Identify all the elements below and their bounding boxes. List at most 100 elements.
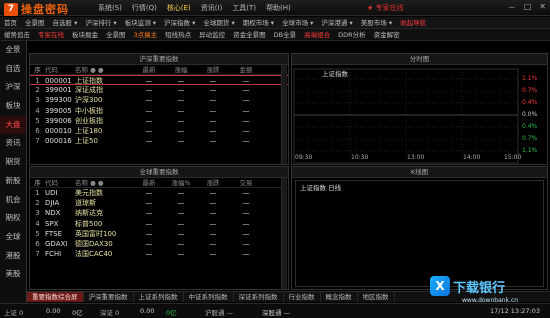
minute-chart-panel: 分时图 上证指数 1.1% 0.7% 0.4% 0.0% 0.4% 0.7% 1.1% 09…: [291, 53, 548, 165]
sidebar-item-options[interactable]: 期权: [0, 209, 26, 228]
close-icon[interactable]: ✕: [539, 2, 546, 13]
tab-region[interactable]: 地区指数: [358, 292, 395, 302]
sidebar-item-panorama[interactable]: 全景: [0, 41, 26, 60]
nav-hs-rank[interactable]: 沪深排行 ▾: [81, 17, 120, 28]
col-change[interactable]: 涨幅: [165, 65, 197, 74]
col-price[interactable]: 最新: [133, 65, 165, 74]
table-row[interactable]: 3 NDX 纳斯达克 — — — —: [30, 208, 288, 218]
table-row[interactable]: 4 SPX 标普500 — — — —: [30, 219, 288, 229]
sidebar-item-global[interactable]: 全球: [0, 228, 26, 247]
tab-hs-index[interactable]: 沪深重要指数: [84, 292, 134, 302]
col-name[interactable]: 名称 ● ●: [75, 65, 133, 74]
menu-tools[interactable]: 工具(T): [232, 3, 256, 13]
table-row[interactable]: 1 UDI 美元指数 — — — —: [30, 188, 288, 198]
subnav-item[interactable]: 资金全景图: [229, 29, 270, 40]
nav-global-market[interactable]: 全球市场 ▾: [278, 17, 317, 28]
table-row[interactable]: 4 399005 中小板指 — — — —: [30, 106, 288, 116]
nav-global-futures[interactable]: 全球期货 ▾: [199, 17, 238, 28]
expert-online-link[interactable]: ★ 专家在线: [367, 3, 404, 13]
menu-info[interactable]: 资讯(I): [201, 3, 223, 13]
sidebar-item-watchlist[interactable]: 自选: [0, 60, 26, 79]
menu-quote[interactable]: 行情(Q): [132, 3, 157, 13]
menu-system[interactable]: 系统(S): [98, 3, 122, 13]
menu-core[interactable]: 核心(E): [167, 3, 191, 13]
subnav-item[interactable]: 高端组合: [300, 29, 334, 40]
col-seq[interactable]: 序: [30, 178, 45, 187]
cell-code: 399300: [45, 96, 72, 105]
nav-home[interactable]: 首页: [0, 17, 21, 28]
nav-collapse[interactable]: 收起导航: [396, 17, 430, 28]
sidebar-item-hk[interactable]: 港股: [0, 247, 26, 266]
tab-csi-series[interactable]: 中证系列指数: [184, 292, 234, 302]
cell-seq: 3: [35, 96, 40, 105]
nav-hk-connect[interactable]: 沪深港通 ▾: [317, 17, 356, 28]
col-code[interactable]: 代码: [45, 65, 75, 74]
table-row[interactable]: 3 399300 沪深300 — — — —: [30, 95, 288, 105]
nav-panorama[interactable]: 全景图: [21, 17, 49, 28]
tab-sz-series[interactable]: 深证系列指数: [234, 292, 284, 302]
nav-watchlist[interactable]: 自选股 ▾: [49, 17, 82, 28]
col-pct[interactable]: 涨幅%: [165, 178, 197, 187]
table-row[interactable]: 2 399001 深证成指 — — — —: [30, 85, 288, 95]
subnav-item[interactable]: DDR分析: [334, 29, 370, 40]
cell-price: —: [145, 77, 153, 85]
tab-sh-series[interactable]: 上证系列指数: [134, 292, 184, 302]
sidebar-item-market[interactable]: 大盘: [0, 115, 26, 135]
nav-us-market[interactable]: 美股市场 ▾: [357, 17, 396, 28]
col-trade[interactable]: 交易: [229, 178, 263, 187]
sidebar-item-news[interactable]: 资讯: [0, 134, 26, 153]
col-name[interactable]: 名称 ● ●: [75, 178, 133, 187]
subnav-item[interactable]: DB全景: [270, 29, 300, 40]
table-row[interactable]: 2 DJIA 道琼斯 — — — —: [30, 198, 288, 208]
subnav-item[interactable]: 板块掘金: [68, 29, 102, 40]
status-sz: 深证 0: [100, 309, 120, 317]
pct-tick-label: 0.7%: [522, 87, 538, 94]
table-row[interactable]: 6 GDAXI 德国DAX30 — — — —: [30, 239, 288, 249]
subnav-item[interactable]: 缓势追击: [0, 29, 34, 40]
cell-code: SPX: [45, 219, 59, 228]
scrollbar[interactable]: [281, 178, 287, 289]
cell-name: 上证指数: [75, 77, 103, 85]
table-row[interactable]: 7 000016 上证50 — — — —: [30, 136, 288, 146]
col-pct[interactable]: 涨跌: [197, 65, 229, 74]
nav-sector-monitor[interactable]: 板块监测 ▾: [121, 17, 160, 28]
table-row[interactable]: 5 399006 创业板指 — — — —: [30, 116, 288, 126]
cell-code: 000010: [45, 126, 72, 135]
maximize-icon[interactable]: □: [524, 2, 532, 13]
col-price[interactable]: 最新: [133, 178, 165, 187]
table-row[interactable]: 7 FCHI 法国CAC40 — — — —: [30, 249, 288, 259]
sidebar-item-chance[interactable]: 机会: [0, 191, 26, 210]
tab-industry[interactable]: 行业指数: [284, 292, 321, 302]
subnav-item[interactable]: 资金解密: [370, 29, 404, 40]
sidebar-item-ipo[interactable]: 新股: [0, 172, 26, 191]
subnav-item[interactable]: 专家在线: [34, 29, 68, 40]
col-seq[interactable]: 序: [30, 65, 45, 74]
tab-composite[interactable]: 重要指数综合屏: [27, 292, 84, 302]
sidebar-item-sector[interactable]: 板块: [0, 97, 26, 116]
sidebar-item-us[interactable]: 美股: [0, 265, 26, 284]
nav-hs-index[interactable]: 沪深指数 ▾: [160, 17, 199, 28]
tab-concept[interactable]: 概念指数: [321, 292, 358, 302]
time-tick-label: 09:30: [295, 154, 313, 161]
table-row[interactable]: 6 000010 上证180 — — — —: [30, 126, 288, 136]
menu-help[interactable]: 帮助(H): [266, 3, 291, 13]
panel-title: 全球重要指数: [30, 167, 288, 178]
table-row[interactable]: 5 FTSE 英国富时100 — — — —: [30, 229, 288, 239]
minimize-icon[interactable]: －: [508, 2, 516, 13]
sidebar-item-hs[interactable]: 沪深: [0, 78, 26, 97]
time-tick-label: 13:00: [407, 154, 425, 161]
subnav-item[interactable]: 异动监控: [195, 29, 229, 40]
col-amount[interactable]: 金额: [229, 65, 263, 74]
col-code[interactable]: 代码: [45, 178, 75, 187]
subnav-item[interactable]: 3点擒主: [130, 29, 162, 40]
cell-amount: —: [242, 86, 250, 95]
sidebar-item-futures[interactable]: 期货: [0, 153, 26, 172]
cell-pct: —: [209, 86, 217, 95]
subnav-item[interactable]: 短线热点: [161, 29, 195, 40]
col-change[interactable]: 涨跌: [197, 178, 229, 187]
cell-pct: —: [209, 229, 217, 238]
nav-options[interactable]: 期权市场 ▾: [239, 17, 278, 28]
table-row[interactable]: 1 000001 上证指数 — — — —: [30, 75, 288, 86]
scrollbar[interactable]: [281, 65, 287, 164]
subnav-item[interactable]: 全景图: [102, 29, 130, 40]
